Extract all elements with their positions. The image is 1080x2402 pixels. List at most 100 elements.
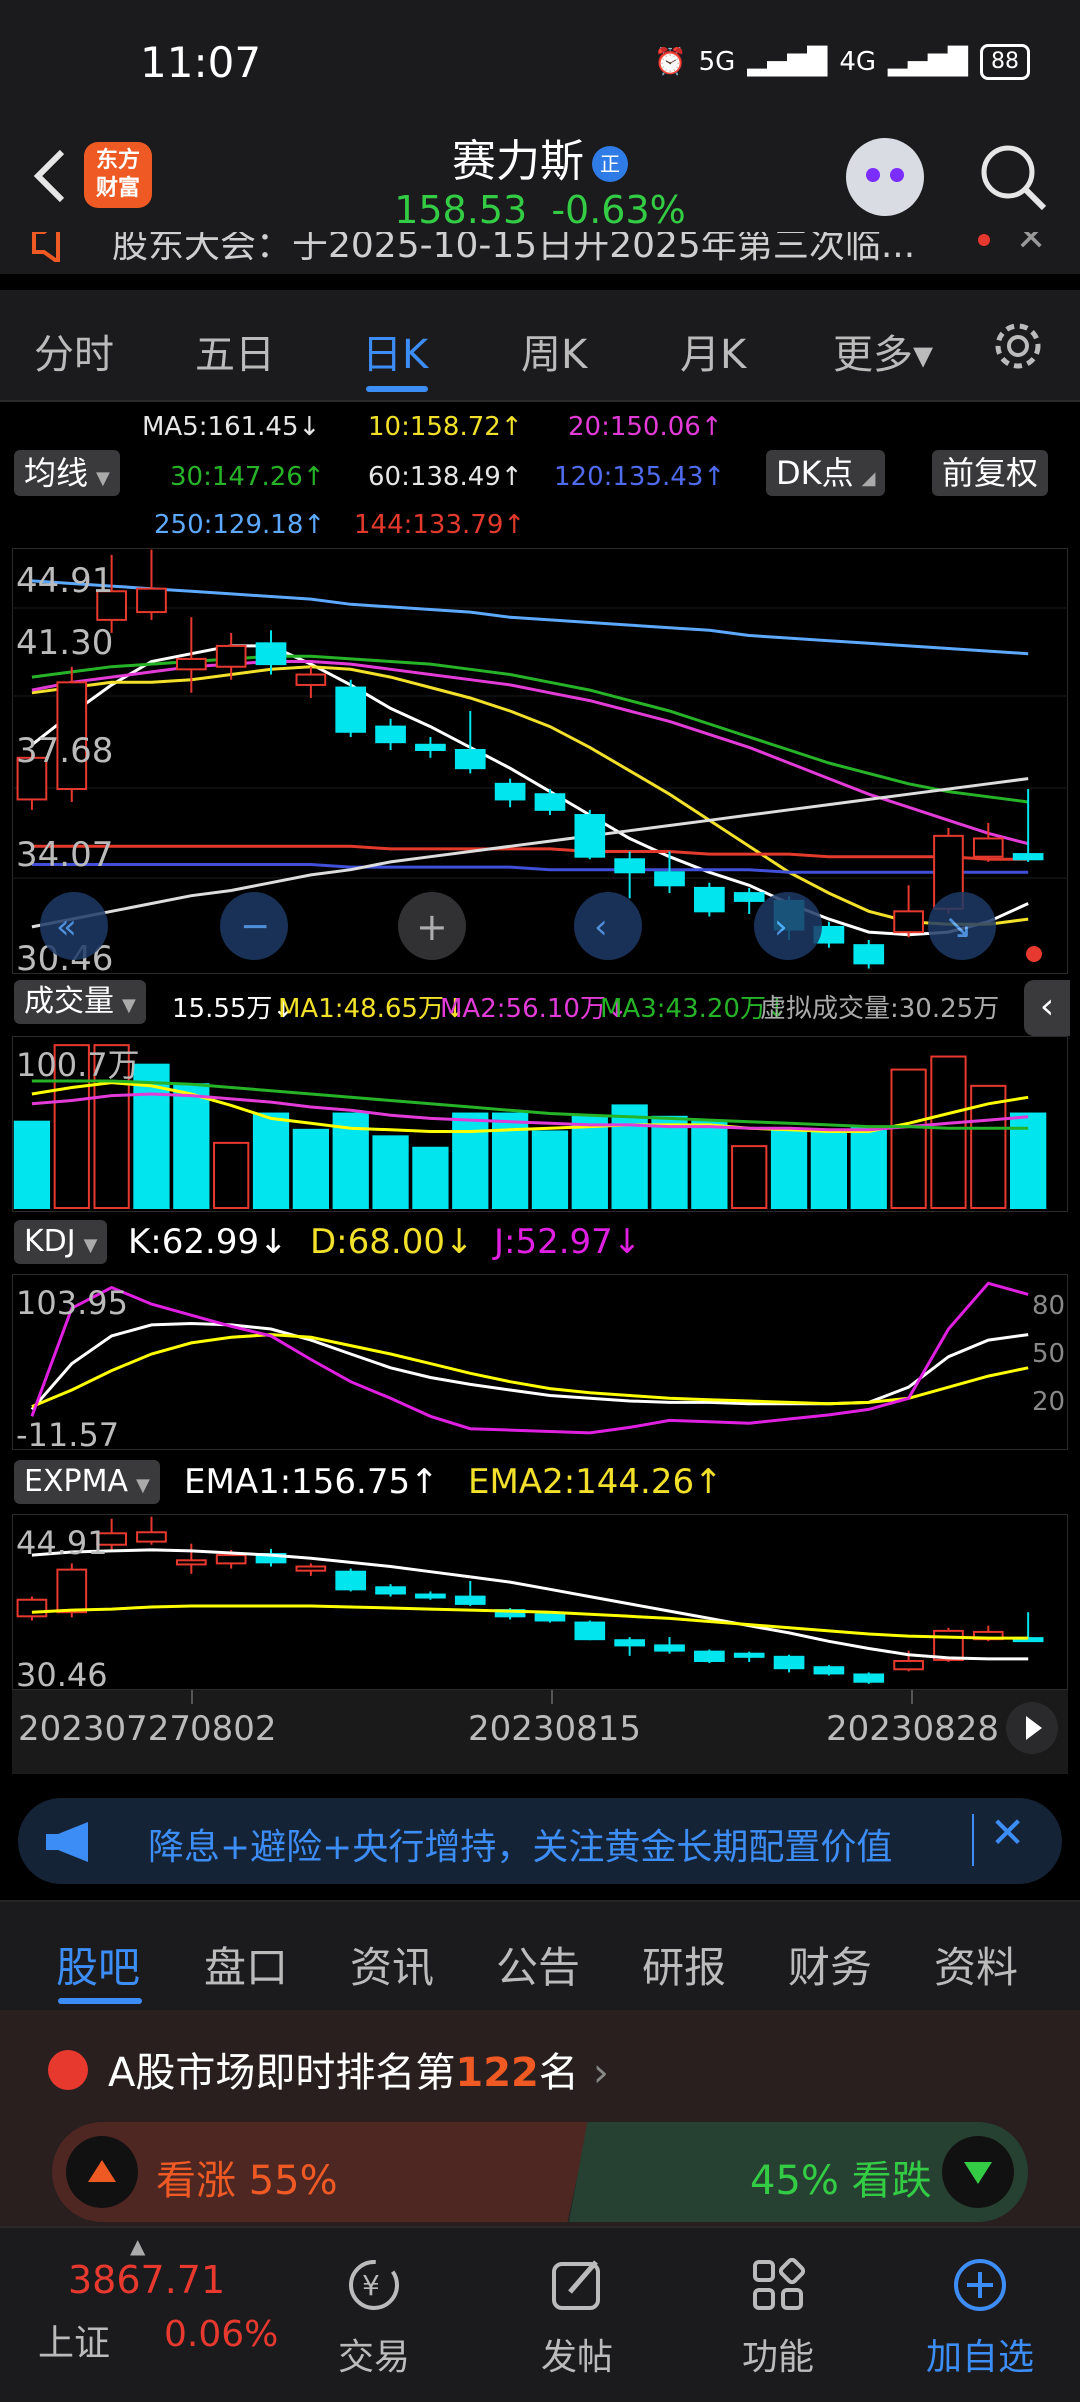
- moving-average-line: [31, 579, 1029, 656]
- chevron-right-icon: ›: [592, 2050, 609, 2096]
- scroll-right-button[interactable]: ›: [754, 892, 822, 960]
- candle-body: [733, 1652, 765, 1658]
- tab-forum[interactable]: 股吧: [56, 1934, 140, 1995]
- ma20-value: 20:150.06↑: [568, 412, 723, 442]
- candle-body: [614, 858, 646, 874]
- market-ranking[interactable]: A股市场即时排名第122名 ›: [108, 2040, 609, 2098]
- volume-current: 15.55万↓: [172, 994, 295, 1024]
- tab-minute[interactable]: 分时: [34, 322, 114, 380]
- index-name: 上证: [38, 2323, 111, 2364]
- ema-line: [31, 1604, 1029, 1640]
- kdj-chart[interactable]: 103.95 -11.57 80 50 20: [12, 1274, 1068, 1450]
- volume-bar: [890, 1068, 927, 1209]
- tab-day-k[interactable]: 日K: [362, 322, 428, 380]
- ma-mode-select[interactable]: 均线 ▼: [14, 450, 120, 496]
- scroll-left-fast-button[interactable]: «: [40, 892, 108, 960]
- nav-functions[interactable]: 功能: [698, 2328, 858, 2380]
- tab-order-book[interactable]: 盘口: [204, 1934, 288, 1995]
- kdj-indicator-select[interactable]: KDJ ▼: [14, 1220, 108, 1264]
- tab-research[interactable]: 研报: [642, 1934, 726, 1995]
- close-icon[interactable]: ✕: [1016, 232, 1046, 259]
- volume-ma1: MA1:48.65万↓: [278, 994, 466, 1024]
- tab-more[interactable]: 更多▾: [833, 322, 933, 380]
- scroll-left-button[interactable]: ‹: [574, 892, 642, 960]
- volume-bar: [691, 1120, 728, 1209]
- kline-axis-label: 34.07: [16, 835, 113, 875]
- candle-body: [56, 1568, 88, 1614]
- close-icon[interactable]: ✕: [990, 1808, 1025, 1857]
- promo-banner[interactable]: 降息+避险+央行增持，关注黄金长期配置价值 ✕: [18, 1798, 1062, 1884]
- announcement-ticker[interactable]: 股东大会：于2025-10-15日开2025年第三次临... ✕: [0, 232, 1080, 274]
- volume-bar: [651, 1115, 688, 1209]
- volume-bar: [372, 1135, 409, 1209]
- kline-axis-label: 37.68: [16, 731, 113, 771]
- nav-add-watchlist[interactable]: 加自选: [900, 2328, 1060, 2380]
- expma-ema2: EMA2:144.26↑: [468, 1462, 723, 1502]
- scroll-right-fast-button[interactable]: ↘: [928, 892, 996, 960]
- tab-news[interactable]: 资讯: [350, 1934, 434, 1995]
- candle-body: [454, 748, 486, 770]
- zoom-out-button[interactable]: −: [220, 892, 288, 960]
- volume-bar: [770, 1130, 808, 1209]
- volume-bar: [810, 1130, 848, 1209]
- signal-4g-icon: 4G: [839, 47, 877, 77]
- date-label: 20230828: [826, 1709, 999, 1749]
- kdj-axis-bottom: -11.57: [16, 1416, 119, 1450]
- volume-bar: [491, 1112, 529, 1209]
- unread-dot: [978, 234, 990, 246]
- volume-bar: [531, 1130, 569, 1209]
- zoom-in-button[interactable]: +: [398, 892, 466, 960]
- grid-functions-icon[interactable]: [749, 2256, 807, 2314]
- candle-body: [614, 1639, 646, 1647]
- tab-month-k[interactable]: 月K: [680, 322, 746, 380]
- trade-icon[interactable]: ¥: [345, 2256, 403, 2314]
- candle-body: [1012, 853, 1044, 861]
- vote-up-button[interactable]: [66, 2136, 138, 2208]
- virtual-volume: 虚拟成交量:30.25万: [760, 994, 1000, 1024]
- moving-average-line: [31, 844, 1029, 861]
- volume-chart[interactable]: 100.7万: [12, 1036, 1068, 1212]
- candle-body: [415, 743, 446, 751]
- date-label: 20230727: [18, 1709, 191, 1749]
- volume-bar: [452, 1112, 489, 1209]
- tab-finance[interactable]: 财务: [788, 1934, 872, 1995]
- collapse-panel-button[interactable]: ‹: [1024, 980, 1070, 1036]
- nav-post[interactable]: 发帖: [497, 2328, 657, 2380]
- candle-body: [654, 1644, 685, 1652]
- adjust-mode-button[interactable]: 前复权: [932, 450, 1049, 496]
- divider: [972, 1814, 974, 1866]
- nav-trade[interactable]: 交易: [294, 2328, 454, 2380]
- index-change: 0.06%: [164, 2314, 279, 2355]
- battery-icon: 88: [980, 44, 1030, 80]
- kdj-k: K:62.99↓: [128, 1222, 288, 1262]
- search-icon[interactable]: [976, 140, 1050, 214]
- index-value[interactable]: 3867.71: [68, 2258, 225, 2302]
- megaphone-icon: [46, 1822, 88, 1862]
- vote-down-button[interactable]: [942, 2136, 1014, 2208]
- candle-body: [415, 1593, 446, 1599]
- tab-week-k[interactable]: 周K: [521, 322, 587, 380]
- svg-text:↘: ↘: [944, 907, 973, 947]
- candle-body: [893, 910, 924, 934]
- tab-profile[interactable]: 资料: [934, 1934, 1018, 1995]
- tab-five-day[interactable]: 五日: [195, 322, 275, 380]
- kline-chart[interactable]: 44.91 41.30 37.68 34.07 30.46 « − + ‹ › …: [12, 548, 1068, 974]
- svg-text:¥: ¥: [362, 2269, 380, 2302]
- kdj-axis-top: 103.95: [16, 1284, 128, 1322]
- post-icon[interactable]: [548, 2256, 606, 2314]
- candle-body: [295, 673, 327, 686]
- add-circle-icon[interactable]: [951, 2256, 1009, 2314]
- gear-icon[interactable]: [990, 318, 1046, 374]
- kline-axis-label: 41.30: [16, 623, 113, 663]
- expma-chart[interactable]: 44.91 30.46: [12, 1514, 1068, 1690]
- next-page-button[interactable]: [1006, 1702, 1058, 1754]
- candle-body: [255, 642, 287, 666]
- tab-announcements[interactable]: 公告: [496, 1934, 580, 1995]
- assistant-robot-icon[interactable]: [846, 138, 924, 216]
- volume-indicator-select[interactable]: 成交量 ▼: [14, 980, 146, 1024]
- expma-ema1: EMA1:156.75↑: [184, 1462, 439, 1502]
- expma-indicator-select[interactable]: EXPMA ▼: [14, 1460, 160, 1504]
- candle-body: [813, 1666, 845, 1675]
- triangle-down-icon: [964, 2162, 992, 2184]
- dk-point-button[interactable]: DK点 ◢: [766, 450, 886, 496]
